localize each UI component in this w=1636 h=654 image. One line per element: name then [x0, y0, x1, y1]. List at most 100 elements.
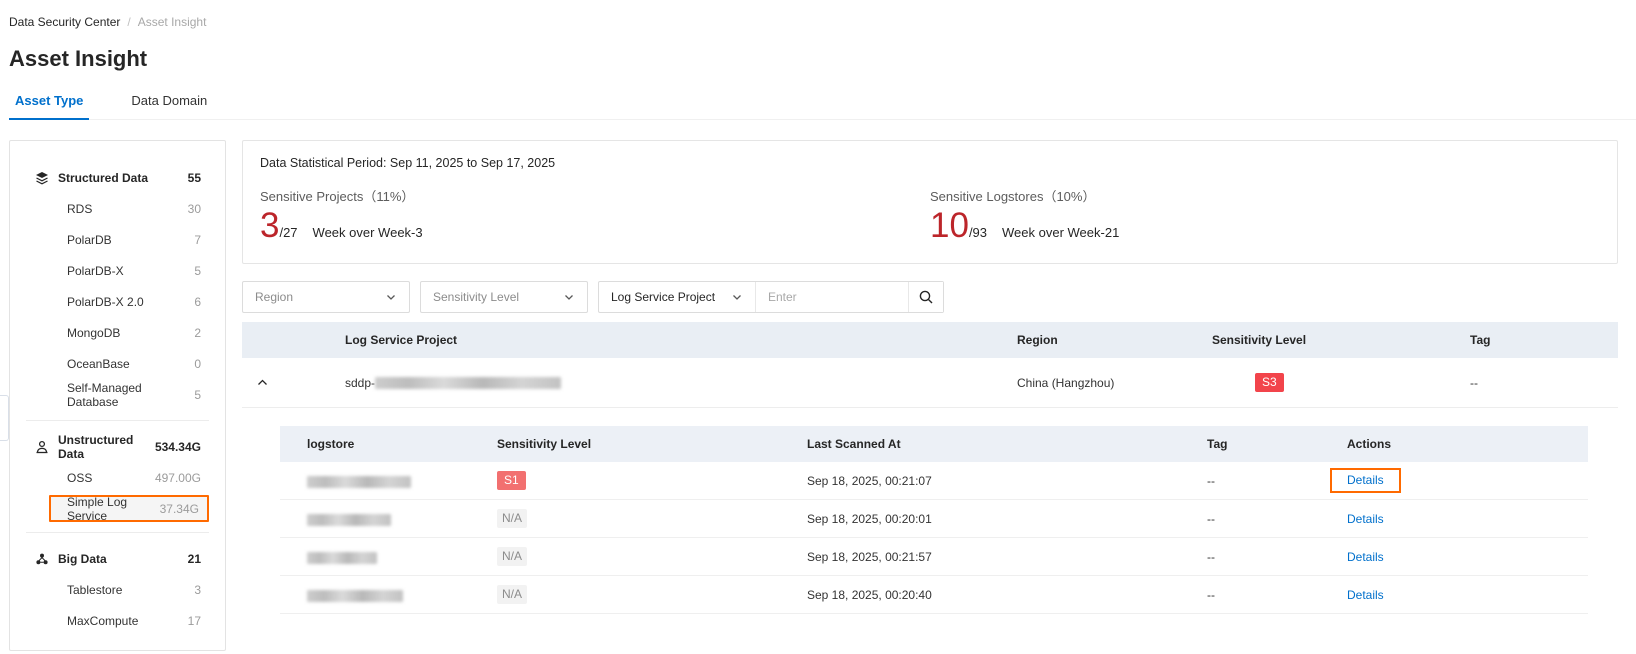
breadcrumb-root[interactable]: Data Security Center: [9, 15, 120, 29]
logstore-sensitivity-cell: N/A: [480, 547, 790, 567]
logstore-actions-cell: Details: [1330, 550, 1588, 564]
col-region: Region: [1017, 333, 1058, 348]
logstore-actions-cell: Details: [1330, 468, 1588, 494]
cluster-icon: [35, 552, 49, 566]
stat-denominator: /27: [279, 225, 298, 240]
logstore-sensitivity-cell: N/A: [480, 585, 790, 605]
search-category-label: Log Service Project: [611, 290, 716, 305]
details-link[interactable]: Details: [1347, 588, 1384, 602]
sidebar-item-tablestore[interactable]: Tablestore 3: [10, 574, 225, 605]
sidebar-item-count: 2: [194, 325, 201, 340]
tab-asset-type[interactable]: Asset Type: [9, 93, 90, 120]
sidebar-group-label: Structured Data: [58, 170, 149, 185]
page-title: Asset Insight: [9, 46, 148, 71]
stat-week-over-week: Week over Week-3: [312, 225, 423, 240]
logstore-name-cell: [280, 512, 480, 526]
sidebar-item-oss[interactable]: OSS 497.00G: [10, 462, 225, 493]
last-scanned-cell: Sep 18, 2025, 00:21:57: [807, 549, 932, 564]
sidebar-item-maxcompute[interactable]: MaxCompute 17: [10, 605, 225, 636]
sidebar-group-big-data[interactable]: Big Data 21: [10, 543, 225, 574]
breadcrumb-separator: /: [127, 15, 131, 29]
layers-icon: [35, 171, 49, 185]
sidebar-item-count: 6: [194, 294, 201, 309]
collapse-row-button[interactable]: [242, 376, 282, 389]
expanded-logstore-section: logstore Sensitivity Level Last Scanned …: [242, 408, 1618, 615]
sidebar-item-self-managed-database[interactable]: Self-Managed Database 5: [10, 379, 225, 410]
tab-data-domain[interactable]: Data Domain: [125, 93, 213, 119]
sidebar-group-unstructured-data[interactable]: Unstructured Data 534.34G: [10, 431, 225, 462]
project-name-prefix: sddp-: [345, 375, 376, 390]
last-scanned-cell: Sep 18, 2025, 00:20:40: [807, 587, 932, 602]
project-row: sddp- China (Hangzhou) S3 --: [242, 358, 1618, 409]
sidebar-item-label: Tablestore: [67, 582, 123, 597]
details-link[interactable]: Details: [1347, 512, 1384, 526]
project-region-cell: China (Hangzhou): [1017, 375, 1115, 390]
search-button[interactable]: [908, 282, 943, 313]
main-panel: Data Statistical Period: Sep 11, 2025 to…: [242, 140, 1618, 615]
logstore-sensitivity-cell: S1: [480, 471, 790, 491]
col-log-service-project: Log Service Project: [345, 333, 458, 348]
project-tag-cell: --: [1470, 375, 1478, 390]
details-link[interactable]: Details: [1347, 550, 1384, 564]
sidebar-item-count: 37.34G: [159, 501, 199, 516]
sidebar-item-count: 0: [194, 356, 201, 371]
redacted-logstore-name: [307, 589, 403, 602]
sidebar-item-polardb[interactable]: PolarDB 7: [10, 224, 225, 255]
sidebar-item-oceanbase[interactable]: OceanBase 0: [10, 348, 225, 379]
sidebar-item-count: 5: [194, 263, 201, 278]
project-sensitivity-cell: S3: [1195, 373, 1440, 393]
sidebar-item-label: OSS: [67, 470, 93, 485]
sidebar-item-label: Self-Managed Database: [67, 380, 142, 409]
redacted-logstore-name: [307, 513, 391, 526]
breadcrumb: Data Security Center / Asset Insight: [0, 0, 1636, 29]
sensitivity-badge-na: N/A: [497, 585, 528, 605]
sidebar-item-polardb-x-20[interactable]: PolarDB-X 2.0 6: [10, 286, 225, 317]
asset-type-sidebar: Structured Data 55 RDS 30 PolarDB 7 Pola…: [9, 140, 226, 651]
sidebar-group-structured-data[interactable]: Structured Data 55: [10, 162, 225, 193]
sidebar-item-label: PolarDB: [67, 232, 112, 247]
stat-sensitive-projects: Sensitive Projects（11%） 3 /27 Week over …: [260, 186, 930, 246]
chevron-down-icon: [563, 291, 575, 303]
details-highlight-box: Details: [1330, 468, 1401, 494]
logstore-actions-cell: Details: [1330, 512, 1588, 526]
project-table: Log Service Project Region Sensitivity L…: [242, 322, 1618, 615]
sidebar-collapse-handle[interactable]: [0, 395, 9, 441]
sidebar-item-count: 3: [194, 582, 201, 597]
search-input[interactable]: [756, 282, 908, 313]
project-table-header: Log Service Project Region Sensitivity L…: [242, 322, 1618, 359]
sidebar-item-mongodb[interactable]: MongoDB 2: [10, 317, 225, 348]
search-group: Log Service Project: [598, 281, 944, 314]
logstore-row: N/A Sep 18, 2025, 00:20:01 -- Details: [280, 500, 1588, 539]
stat-label: Sensitive Projects（11%）: [260, 189, 415, 204]
breadcrumb-current: Asset Insight: [137, 15, 207, 29]
sidebar-item-count: 30: [187, 201, 201, 216]
redacted-logstore-name: [307, 475, 411, 488]
sidebar-item-rds[interactable]: RDS 30: [10, 193, 225, 224]
sidebar-item-simple-log-service[interactable]: Simple Log Service 37.34G: [49, 494, 209, 523]
sidebar-item-count: 497.00G: [154, 470, 201, 485]
sidebar-group-count: 55: [187, 170, 201, 185]
sensitivity-level-select[interactable]: Sensitivity Level: [420, 281, 588, 314]
col-actions: Actions: [1347, 437, 1392, 452]
search-icon: [918, 289, 934, 305]
col-last-scanned-at: Last Scanned At: [807, 437, 901, 452]
sidebar-item-label: MaxCompute: [67, 613, 139, 628]
sidebar-item-label: Simple Log Service: [67, 494, 128, 523]
last-scanned-cell: Sep 18, 2025, 00:21:07: [807, 473, 932, 488]
logstore-table-header: logstore Sensitivity Level Last Scanned …: [280, 426, 1588, 463]
sidebar-item-label: PolarDB-X: [67, 263, 124, 278]
sidebar-group-count: 534.34G: [154, 439, 201, 454]
logstore-sensitivity-cell: N/A: [480, 509, 790, 529]
sensitivity-badge-na: N/A: [497, 547, 528, 567]
sidebar-divider: [26, 532, 209, 533]
details-link[interactable]: Details: [1347, 473, 1384, 487]
redacted-project-name: [375, 376, 562, 389]
stat-label: Sensitive Logstores（10%）: [930, 189, 1096, 204]
stat-value: 3: [260, 206, 280, 245]
sidebar-item-count: 7: [194, 232, 201, 247]
sidebar-item-polardb-x[interactable]: PolarDB-X 5: [10, 255, 225, 286]
filter-bar: Region Sensitivity Level Log Service Pro…: [242, 281, 1618, 314]
search-category-select[interactable]: Log Service Project: [599, 282, 756, 313]
region-select[interactable]: Region: [242, 281, 410, 314]
sidebar-item-label: PolarDB-X 2.0: [67, 294, 144, 309]
